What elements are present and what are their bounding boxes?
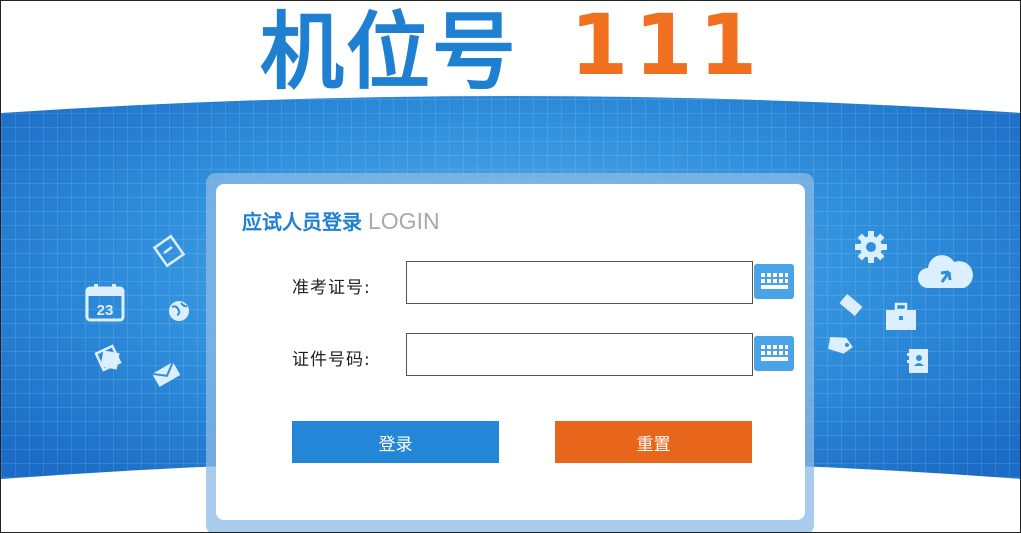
calendar-day: 23 (97, 302, 114, 319)
login-panel-title: 应试人员登录 LOGIN (242, 206, 440, 235)
photos-icon (93, 343, 125, 375)
notepad-icon (152, 233, 188, 269)
calendar-icon: 23 (85, 283, 127, 323)
id-number-input[interactable] (406, 333, 753, 376)
seat-title: 机位号 111 (1, 0, 1020, 101)
login-title-en: LOGIN (368, 208, 440, 234)
keyboard-icon (761, 345, 788, 361)
keyboard-icon (761, 273, 788, 289)
tag-icon (827, 335, 855, 355)
login-button[interactable]: 登录 (292, 421, 499, 463)
page-frame: 机位号 111 23 应试人员登录 LOGIN 准考证号: 证件号码: 登录 重… (0, 0, 1021, 533)
login-title-cn: 应试人员登录 (242, 210, 362, 234)
contacts-icon (906, 348, 930, 374)
exam-number-label: 准考证号: (292, 278, 371, 298)
exam-number-keyboard-button[interactable] (754, 264, 794, 299)
globe-icon (167, 299, 191, 323)
briefcase-icon (885, 302, 917, 332)
gear-icon (854, 230, 888, 264)
ruler-icon (837, 291, 865, 319)
exam-number-input[interactable] (406, 261, 753, 304)
id-number-keyboard-button[interactable] (754, 336, 794, 371)
seat-number: 111 (569, 0, 764, 94)
envelope-icon (151, 359, 181, 389)
login-panel: 应试人员登录 LOGIN 准考证号: 证件号码: 登录 重置 (216, 184, 805, 520)
seat-title-label: 机位号 (259, 2, 518, 101)
reset-button[interactable]: 重置 (555, 421, 752, 463)
cloud-upload-icon (916, 248, 974, 294)
id-number-label: 证件号码: (292, 350, 371, 370)
